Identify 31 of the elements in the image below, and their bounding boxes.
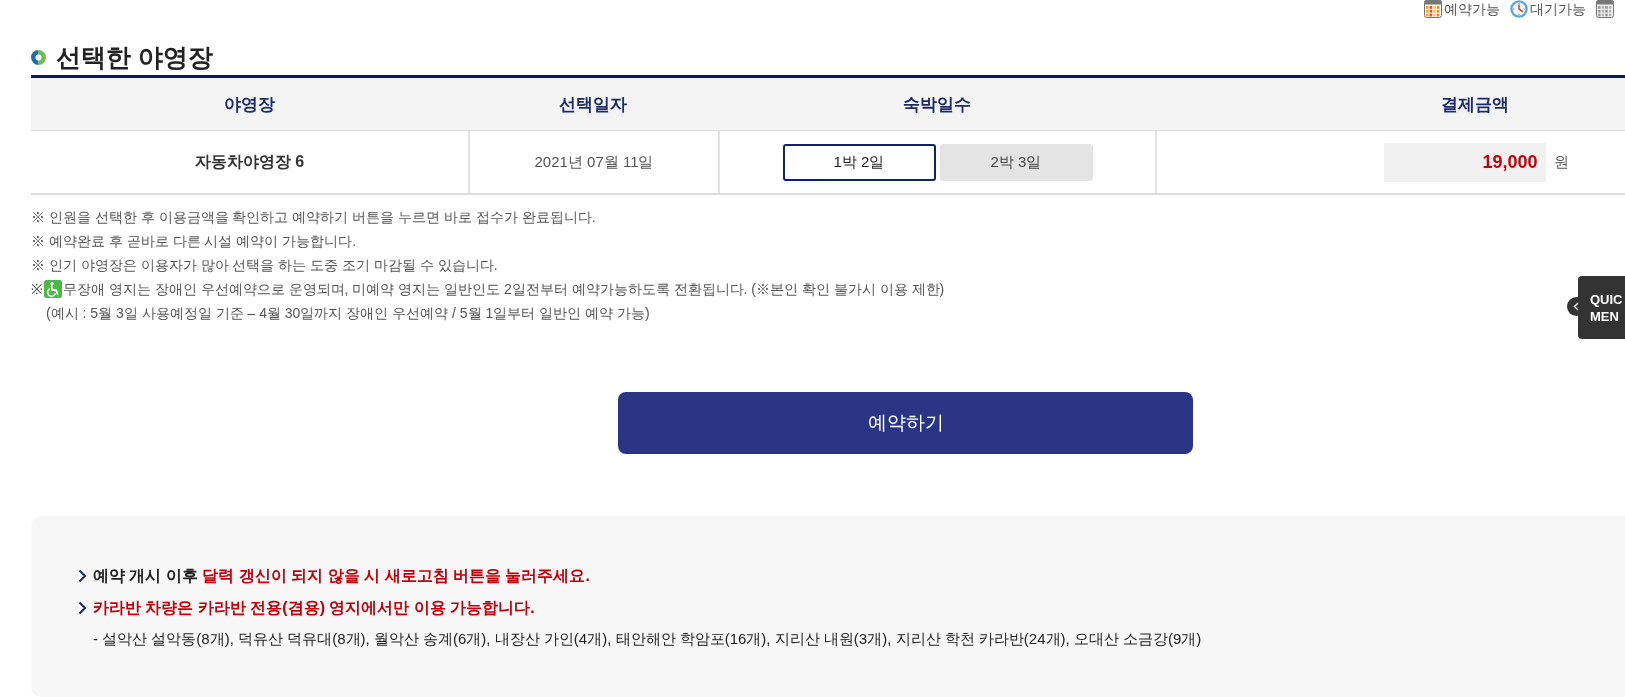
ring-icon: [31, 49, 46, 65]
quick-menu-button[interactable]: QUIC MEN: [1578, 276, 1625, 339]
calendar-grid-icon: [1424, 0, 1442, 18]
column-header: 숙박일수: [901, 93, 972, 116]
wheelchair-icon: [44, 280, 62, 298]
legend-label: 대기가능: [1530, 0, 1586, 18]
calendar-grid-icon: [1596, 0, 1614, 18]
reserve-button[interactable]: 예약하기: [618, 392, 1193, 454]
column-header: 결제금액: [1440, 93, 1510, 116]
clock-icon: [1510, 0, 1528, 18]
table-cell: 2021년 07월 11일: [468, 131, 718, 193]
stay-option-button[interactable]: 1박 2일: [782, 143, 936, 181]
note-text: (예시 : 5월 3일 사용예정일 기준 – 4월 30일까지 장애인 우선예약 / 5월 1일부터 일반인 예약 가능): [46, 304, 650, 323]
stay-option-button[interactable]: 2박 3일: [939, 143, 1093, 181]
chevron-right-icon: [78, 601, 87, 615]
chevron-right-icon: [78, 569, 87, 583]
notice-text: 예약 개시 이후 달력 갱신이 되지 않을 시 새로고침 버튼을 눌러주세요.: [93, 565, 590, 586]
note-text: 무장애 영지는 장애인 우선예약으로 운영되며, 미예약 영지는 일반인도 2일전부터 예약가능하도록 전환됩니다. (※본인 확인 불가시 이용 제한): [63, 280, 945, 299]
currency-label: 원: [1553, 152, 1569, 172]
note-mark: ※: [31, 280, 43, 299]
column-header: 선택일자: [558, 93, 628, 116]
note-text: ※ 인원을 선택한 후 이용금액을 확인하고 예약하기 버튼을 누르면 바로 접수가 완료됩니다.: [31, 208, 596, 227]
note-text: ※ 예약완료 후 곧바로 다른 시설 예약이 가능합니다.: [31, 232, 357, 251]
legend-label: 예약가능: [1444, 0, 1500, 18]
column-header: 야영장: [223, 93, 276, 116]
amount-display: 19,000: [1383, 142, 1546, 182]
table-cell-text: 자동차야영장 6: [193, 151, 306, 172]
notice-text: 카라반 차량은 카라반 전용(겸용) 영지에서만 이용 가능합니다.: [93, 597, 535, 618]
notice-text: - 설악산 설악동(8개), 덕유산 덕유대(8개), 월악산 송계(6개), 내장산 가인(4개), 태안해안 학암포(16개), 지리산 내원(3개), 지리산 학천 카라반(24개), 오대산 소금강(9개): [93, 629, 1202, 649]
section-title: 선택한 야영장: [56, 42, 213, 73]
note-text: ※ 인기 야영장은 이용자가 많아 선택을 하는 도중 조기 마감될 수 있습니다.: [31, 256, 498, 275]
